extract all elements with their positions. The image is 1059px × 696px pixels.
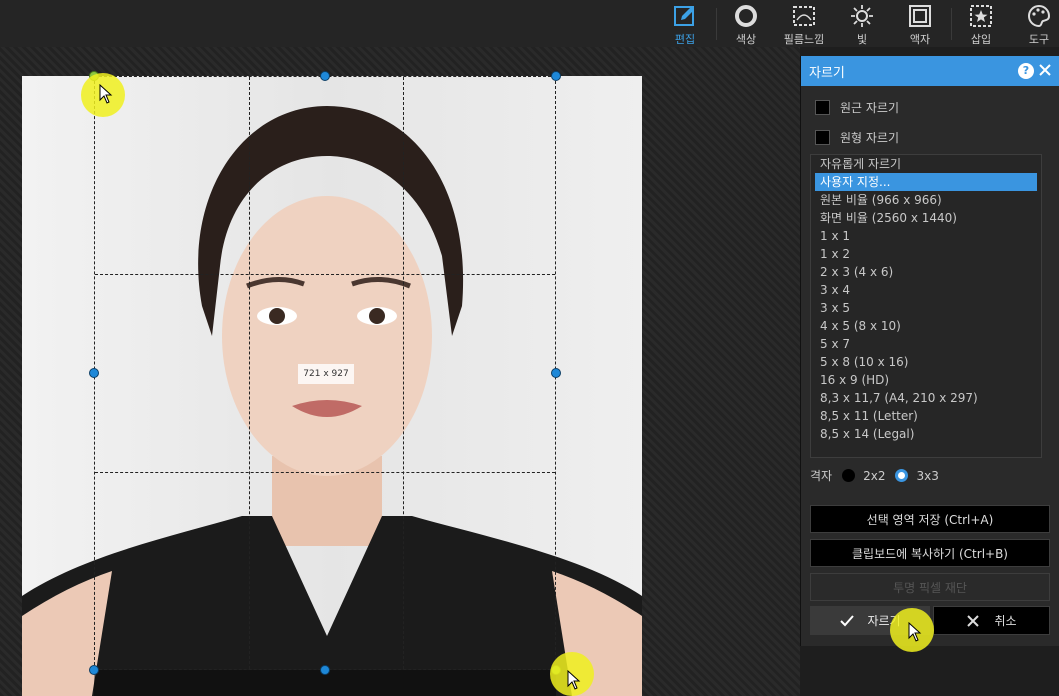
- crop-handle-bottom-left[interactable]: [89, 665, 99, 675]
- tool-edit[interactable]: 편집: [670, 0, 700, 47]
- ratio-item[interactable]: 8,5 x 11 (Letter): [811, 407, 1041, 425]
- ratio-item[interactable]: 3 x 5: [811, 299, 1041, 317]
- tool-insert[interactable]: 삽입: [966, 0, 996, 47]
- tool-frame-label: 액자: [909, 33, 931, 46]
- ratio-item-custom[interactable]: 사용자 지정...: [815, 173, 1037, 191]
- ratio-item-original[interactable]: 원본 비율 (966 x 966): [811, 191, 1041, 209]
- crop-handle-bottom[interactable]: [320, 665, 330, 675]
- tool-film[interactable]: 필름느낌: [780, 0, 828, 47]
- crop-panel: 자르기 ? 원근 자르기 원형 자르기 자유롭게 자르기 사용자 지정... 원…: [800, 56, 1059, 646]
- mouse-pointer-icon: [567, 670, 581, 690]
- grid-2x2-label: 2x2: [863, 468, 886, 483]
- cancel-button-label: 취소: [994, 614, 1017, 628]
- ratio-item[interactable]: 1 x 1: [811, 227, 1041, 245]
- crop-handle-top[interactable]: [320, 71, 330, 81]
- mouse-pointer-icon: [99, 84, 113, 104]
- grid-2x2-radio[interactable]: [842, 469, 856, 482]
- help-icon[interactable]: ?: [1018, 63, 1034, 79]
- crop-handle-left[interactable]: [89, 368, 99, 378]
- checkbox-box[interactable]: [815, 100, 830, 115]
- color-circle-icon: [735, 5, 757, 27]
- ratio-item[interactable]: 8,3 x 11,7 (A4, 210 x 297): [811, 389, 1041, 407]
- grid-line-horizontal: [95, 274, 555, 275]
- ratio-item[interactable]: 5 x 8 (10 x 16): [811, 353, 1041, 371]
- ratio-item-free[interactable]: 자유롭게 자르기: [811, 155, 1041, 173]
- tool-light[interactable]: 빛: [847, 0, 877, 47]
- tool-frame[interactable]: 액자: [905, 0, 935, 47]
- ratio-item[interactable]: 3 x 4: [811, 281, 1041, 299]
- ratio-item[interactable]: 5 x 7: [811, 335, 1041, 353]
- selection-size-label: 721 x 927: [298, 364, 354, 384]
- close-icon[interactable]: [1036, 61, 1054, 79]
- ratio-item[interactable]: 16 x 9 (HD): [811, 371, 1041, 389]
- grid-3x3-label: 3x3: [916, 468, 939, 483]
- grid-option-row: 격자 2x2 3x3: [810, 467, 939, 484]
- check-icon: [840, 614, 855, 626]
- ratio-item[interactable]: 1 x 2: [811, 245, 1041, 263]
- grid-line-horizontal: [95, 472, 555, 473]
- perspective-crop-label: 원근 자르기: [840, 101, 900, 115]
- frame-icon: [909, 5, 931, 27]
- perspective-crop-checkbox[interactable]: 원근 자르기: [815, 99, 899, 116]
- grid-label: 격자: [810, 469, 833, 483]
- ratio-item-screen[interactable]: 화면 비율 (2560 x 1440): [811, 209, 1041, 227]
- checkbox-box[interactable]: [815, 130, 830, 145]
- crop-handle-top-right[interactable]: [551, 71, 561, 81]
- ratio-item[interactable]: 2 x 3 (4 x 6): [811, 263, 1041, 281]
- grid-line-vertical: [403, 77, 404, 669]
- toolbar-divider: [951, 8, 952, 40]
- mouse-pointer-icon: [908, 622, 922, 642]
- sun-icon: [851, 5, 873, 27]
- circular-crop-label: 원형 자르기: [840, 131, 900, 145]
- tool-insert-label: 삽입: [970, 33, 992, 46]
- top-toolbar: 편집 색상 필름느낌 빛 액자 삽입 도구: [0, 0, 1059, 47]
- tool-tools[interactable]: 도구: [1024, 0, 1054, 47]
- palette-icon: [1028, 4, 1051, 28]
- film-icon: [793, 6, 815, 26]
- x-icon: [967, 614, 980, 627]
- tool-tools-label: 도구: [1028, 33, 1050, 46]
- tool-color-label: 색상: [735, 33, 757, 46]
- tool-edit-label: 편집: [674, 33, 696, 46]
- ratio-item[interactable]: 4 x 5 (8 x 10): [811, 317, 1041, 335]
- save-selection-button[interactable]: 선택 영역 저장 (Ctrl+A): [810, 505, 1050, 533]
- circular-crop-checkbox[interactable]: 원형 자르기: [815, 129, 899, 146]
- panel-header: 자르기 ?: [801, 56, 1059, 86]
- cancel-button[interactable]: 취소: [933, 606, 1050, 635]
- panel-title: 자르기: [809, 65, 845, 81]
- tool-color[interactable]: 색상: [731, 0, 761, 47]
- toolbar-divider: [716, 8, 717, 40]
- edit-icon: [674, 6, 694, 26]
- trim-transparent-button[interactable]: 투명 픽셀 재단: [810, 573, 1050, 601]
- crop-handle-right[interactable]: [551, 368, 561, 378]
- grid-3x3-radio[interactable]: [895, 469, 909, 482]
- tool-light-label: 빛: [856, 33, 868, 46]
- aspect-ratio-list[interactable]: 자유롭게 자르기 사용자 지정... 원본 비율 (966 x 966) 화면 …: [810, 154, 1042, 458]
- copy-clipboard-button[interactable]: 클립보드에 복사하기 (Ctrl+B): [810, 539, 1050, 567]
- insert-star-icon: [970, 5, 992, 27]
- grid-line-vertical: [249, 77, 250, 669]
- ratio-item[interactable]: 8,5 x 14 (Legal): [811, 425, 1041, 443]
- tool-film-label: 필름느낌: [783, 33, 825, 46]
